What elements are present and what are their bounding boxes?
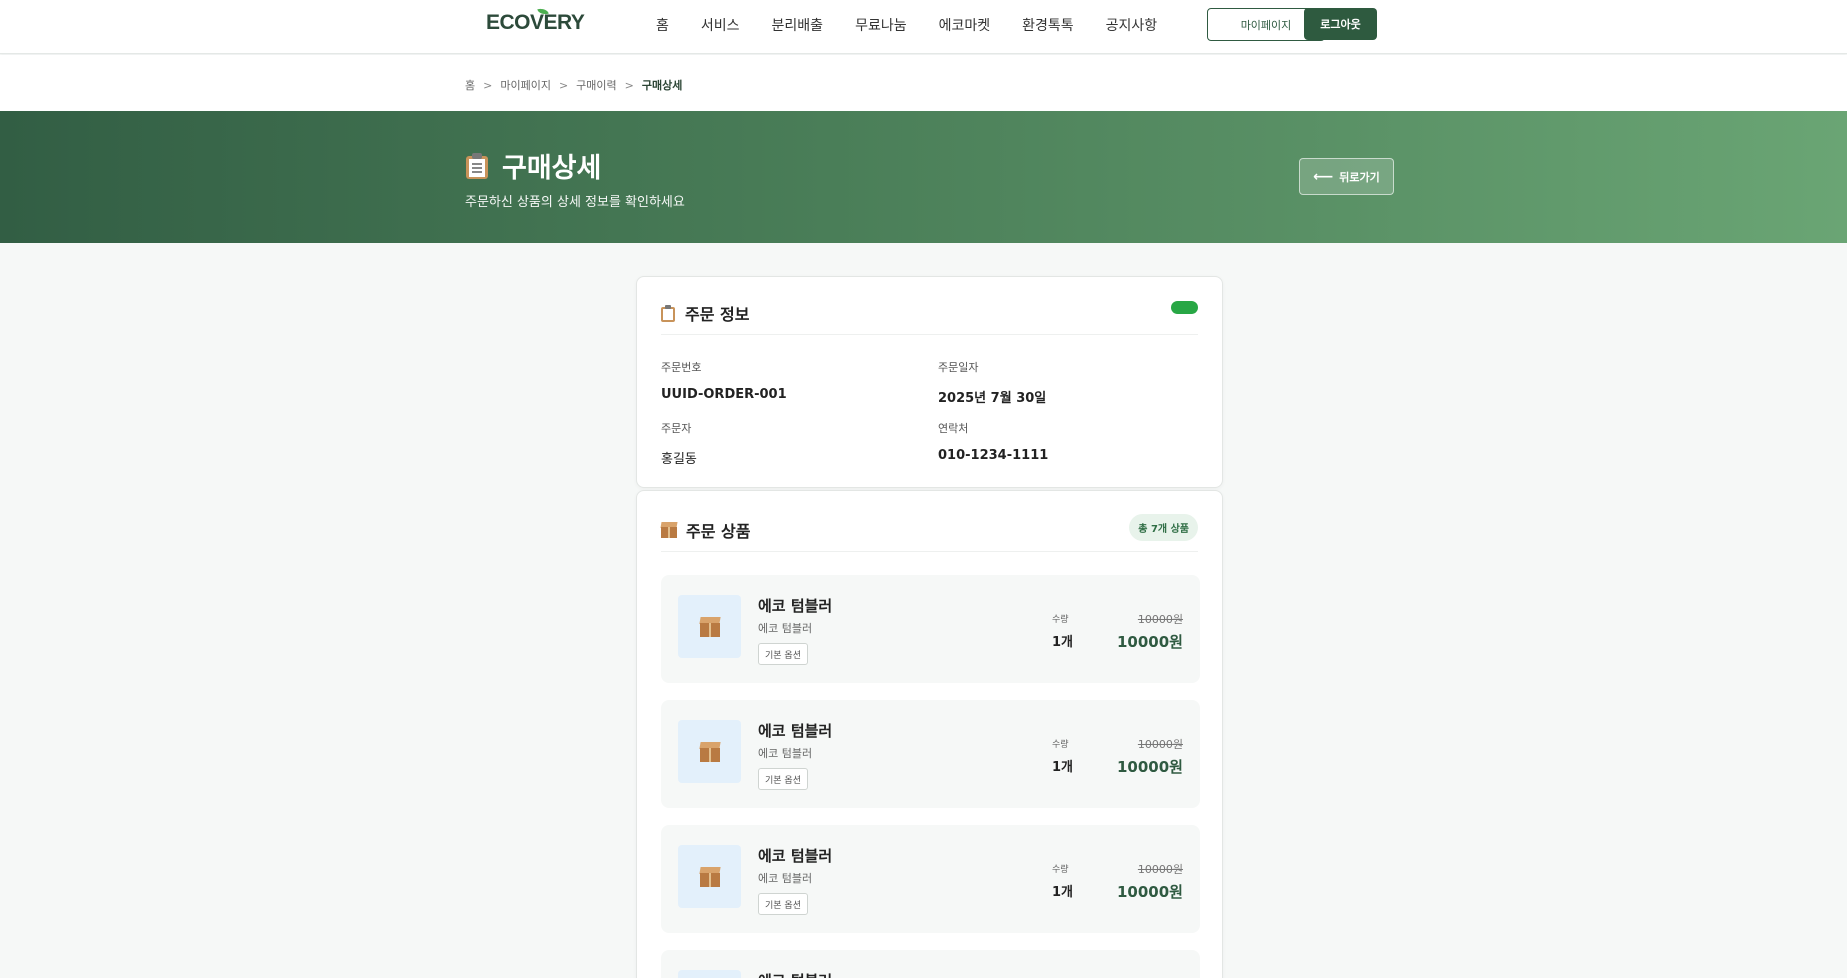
- page-hero: 구매상세 주문하신 상품의 상세 정보를 확인하세요 ⟵ 뒤로가기: [0, 111, 1847, 243]
- order-date-value: 2025년 7월 30일: [938, 391, 1047, 406]
- product-name[interactable]: 에코 텀블러: [758, 595, 832, 616]
- product-description: 에코 텀블러: [758, 747, 813, 760]
- orderer-value: 홍길동: [661, 452, 697, 467]
- page-title-text: 구매상세: [502, 153, 602, 184]
- quantity-label: 수량: [1052, 740, 1069, 750]
- order-date-field: 주문일자 2025년 7월 30일: [938, 359, 1198, 406]
- quantity-value: 1개: [1052, 760, 1074, 775]
- logo-text: ECOVERY: [486, 11, 585, 34]
- order-items-title: 주문 상품: [660, 518, 751, 542]
- nav-item-eco-market[interactable]: 에코마켓: [939, 15, 991, 35]
- item-count-badge: 총 7개 상품: [1129, 514, 1198, 541]
- product-option-tag: 기본 옵션: [758, 768, 808, 790]
- final-price: 10000원: [1117, 883, 1183, 901]
- page-subtitle: 주문하신 상품의 상세 정보를 확인하세요: [465, 195, 685, 210]
- arrow-left-icon: ⟵: [1313, 168, 1334, 185]
- status-badge: [1171, 301, 1198, 314]
- order-items-header: 주문 상품 총 7개 상품: [660, 514, 1198, 552]
- product-thumbnail: [678, 720, 741, 783]
- nav-item-free-share[interactable]: 무료나눔: [855, 15, 907, 35]
- original-price: 10000원: [1137, 613, 1183, 626]
- package-icon: [698, 866, 721, 887]
- nav-item-notice[interactable]: 공지사항: [1106, 15, 1158, 35]
- breadcrumb-mypage[interactable]: 마이페이지: [500, 77, 551, 93]
- logout-button[interactable]: 로그아웃: [1304, 8, 1377, 40]
- quantity-value: 1개: [1052, 635, 1074, 650]
- orderer-label: 주문자: [661, 422, 692, 435]
- product-thumbnail: [678, 845, 741, 908]
- contact-label: 연락처: [938, 422, 969, 435]
- package-icon: [660, 522, 678, 538]
- nav-item-recycling[interactable]: 분리배출: [772, 15, 824, 35]
- original-price: 10000원: [1137, 738, 1183, 751]
- nav-item-eco-talk[interactable]: 환경톡톡: [1022, 15, 1074, 35]
- back-button[interactable]: ⟵ 뒤로가기: [1299, 158, 1394, 195]
- breadcrumb-current: 구매상세: [641, 79, 683, 92]
- final-price: 10000원: [1117, 633, 1183, 651]
- clipboard-icon: [466, 152, 488, 179]
- breadcrumb-separator: >: [624, 78, 634, 92]
- nav-item-home[interactable]: 홈: [656, 15, 669, 35]
- logo[interactable]: ECOVERY: [486, 6, 585, 35]
- breadcrumb-purchase-history[interactable]: 구매이력: [576, 77, 616, 93]
- product-thumbnail: [678, 595, 741, 658]
- order-info-card: 주문 정보 주문번호 UUID-ORDER-001 주문일자 2025년 7월 …: [636, 276, 1223, 488]
- nav-item-service[interactable]: 서비스: [701, 15, 740, 35]
- product-description: 에코 텀블러: [758, 872, 813, 885]
- package-icon: [698, 616, 721, 637]
- product-option-tag: 기본 옵션: [758, 643, 808, 665]
- final-price: 10000원: [1117, 758, 1183, 776]
- product-name[interactable]: 에코 텀블러: [758, 720, 832, 741]
- order-item[interactable]: 에코 텀블러 에코 텀블러 기본 옵션 수량 1개 10000원 10000원: [661, 575, 1200, 683]
- order-info-title: 주문 정보: [661, 301, 749, 325]
- order-info-header: 주문 정보: [661, 301, 1198, 335]
- clipboard-icon: [661, 304, 675, 322]
- product-option-tag: 기본 옵션: [758, 893, 808, 915]
- breadcrumb-bar: 홈 > 마이페이지 > 구매이력 > 구매상세: [0, 55, 1847, 111]
- page-title: 구매상세: [466, 146, 601, 185]
- contact-field: 연락처 010-1234-1111: [938, 420, 1198, 463]
- product-name[interactable]: 에코 텀블러: [758, 845, 832, 866]
- top-navbar: ECOVERY 홈 서비스 분리배출 무료나눔 에코마켓 환경톡톡 공지사항 마…: [0, 0, 1847, 54]
- breadcrumb-home[interactable]: 홈: [465, 77, 475, 93]
- quantity-label: 수량: [1052, 865, 1069, 875]
- order-items-card: 주문 상품 총 7개 상품 에코 텀블러 에코 텀블러 기본 옵션 수량 1개 …: [636, 490, 1223, 978]
- back-button-label: 뒤로가기: [1339, 170, 1380, 184]
- order-items-title-text: 주문 상품: [686, 522, 751, 541]
- order-date-label: 주문일자: [938, 361, 979, 374]
- breadcrumb-separator: >: [483, 78, 493, 92]
- package-icon: [698, 741, 721, 762]
- product-thumbnail: [678, 970, 741, 978]
- order-number-label: 주문번호: [661, 361, 702, 374]
- order-info-title-text: 주문 정보: [685, 305, 750, 324]
- product-name[interactable]: 에코 텀블러: [758, 970, 832, 978]
- breadcrumb: 홈 > 마이페이지 > 구매이력 > 구매상세: [465, 77, 682, 93]
- breadcrumb-separator: >: [558, 78, 569, 92]
- orderer-field: 주문자 홍길동: [661, 420, 921, 467]
- order-number-value: UUID-ORDER-001: [661, 387, 787, 402]
- contact-value: 010-1234-1111: [938, 448, 1049, 463]
- order-item[interactable]: 에코 텀블러 에코 텀블러 기본 옵션 수량 1개 10000원 10000원: [661, 825, 1200, 933]
- order-item[interactable]: 에코 텀블러: [661, 950, 1200, 978]
- quantity-value: 1개: [1052, 885, 1074, 900]
- product-description: 에코 텀블러: [758, 622, 813, 635]
- order-number-field: 주문번호 UUID-ORDER-001: [661, 359, 921, 402]
- original-price: 10000원: [1137, 863, 1183, 876]
- quantity-label: 수량: [1052, 615, 1069, 625]
- main-nav: 홈 서비스 분리배출 무료나눔 에코마켓 환경톡톡 공지사항: [656, 15, 1189, 35]
- order-item[interactable]: 에코 텀블러 에코 텀블러 기본 옵션 수량 1개 10000원 10000원: [661, 700, 1200, 808]
